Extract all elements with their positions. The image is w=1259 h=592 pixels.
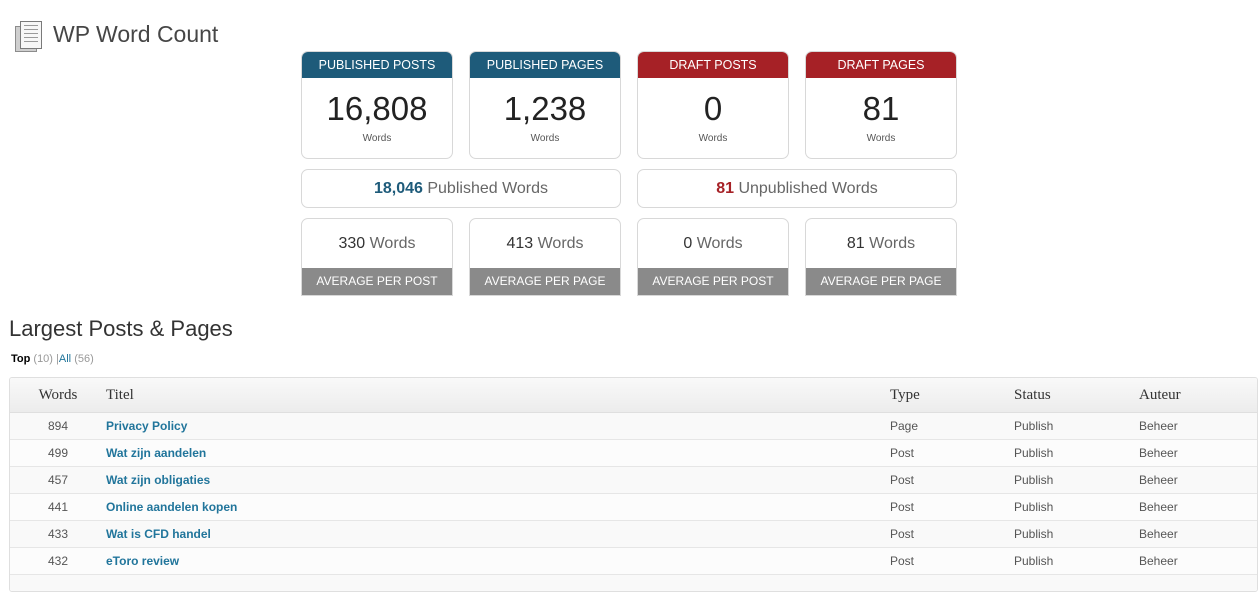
- column-header-status[interactable]: Status: [1014, 378, 1139, 413]
- average-unit: Words: [538, 235, 584, 252]
- cell-words: 457: [10, 467, 106, 494]
- stat-card-unit: Words: [302, 133, 452, 144]
- cell-type: Post: [890, 440, 1014, 467]
- average-unit: Words: [869, 235, 915, 252]
- cell-words: [10, 575, 106, 592]
- cell-words: 894: [10, 413, 106, 440]
- average-value: 81: [847, 235, 865, 252]
- stat-card-label: PUBLISHED POSTS: [302, 52, 452, 78]
- table-row: 894 Privacy Policy Page Publish Beheer: [10, 413, 1257, 440]
- filter-top-link[interactable]: Top: [11, 353, 30, 365]
- cell-author: Beheer: [1139, 467, 1257, 494]
- total-published-value: 18,046: [374, 180, 423, 197]
- stat-card-label: DRAFT POSTS: [638, 52, 788, 78]
- cell-type: Post: [890, 467, 1014, 494]
- cell-status: Publish: [1014, 467, 1139, 494]
- column-header-type[interactable]: Type: [890, 378, 1014, 413]
- cell-words: 441: [10, 494, 106, 521]
- column-header-words[interactable]: Words: [10, 378, 106, 413]
- average-unit: Words: [370, 235, 416, 252]
- total-unpublished-label: Unpublished Words: [738, 180, 877, 197]
- post-title-link[interactable]: Wat zijn obligaties: [106, 473, 210, 487]
- cell-type: Post: [890, 494, 1014, 521]
- filter-all-link[interactable]: All: [59, 353, 71, 365]
- stat-card-draft-posts: DRAFT POSTS 0 Words: [637, 51, 789, 159]
- column-header-auteur[interactable]: Auteur: [1139, 378, 1257, 413]
- page-title: WP Word Count: [53, 21, 218, 48]
- average-value: 330: [338, 235, 365, 252]
- table-row: 432 eToro review Post Publish Beheer: [10, 548, 1257, 575]
- total-published-words: 18,046 Published Words: [301, 169, 621, 208]
- post-title-link[interactable]: Privacy Policy: [106, 419, 187, 433]
- cell-author: Beheer: [1139, 521, 1257, 548]
- cell-author: Beheer: [1139, 494, 1257, 521]
- cell-words: 499: [10, 440, 106, 467]
- table-row: 499 Wat zijn aandelen Post Publish Behee…: [10, 440, 1257, 467]
- cell-words: 433: [10, 521, 106, 548]
- total-unpublished-words: 81 Unpublished Words: [637, 169, 957, 208]
- filter-all-count: (56): [74, 353, 94, 365]
- cell-words: 432: [10, 548, 106, 575]
- table-header-row: Words Titel Type Status Auteur: [10, 378, 1257, 413]
- cell-status: Publish: [1014, 413, 1139, 440]
- stat-card-value: 81: [806, 89, 956, 129]
- average-card-published-pages: 413 Words AVERAGE PER PAGE: [469, 218, 621, 296]
- stat-card-published-pages: PUBLISHED PAGES 1,238 Words: [469, 51, 621, 159]
- stat-card-unit: Words: [638, 133, 788, 144]
- cell-type: Post: [890, 521, 1014, 548]
- stat-card-value: 1,238: [470, 89, 620, 129]
- stat-card-unit: Words: [470, 133, 620, 144]
- page-header: WP Word Count: [12, 6, 218, 64]
- cell-status: Publish: [1014, 440, 1139, 467]
- view-filters: Top (10) |All (56): [11, 353, 94, 365]
- average-unit: Words: [697, 235, 743, 252]
- section-title: Largest Posts & Pages: [9, 316, 233, 342]
- cell-status: Publish: [1014, 521, 1139, 548]
- average-card-published-posts: 330 Words AVERAGE PER POST: [301, 218, 453, 296]
- stat-card-value: 0: [638, 89, 788, 129]
- stat-card-draft-pages: DRAFT PAGES 81 Words: [805, 51, 957, 159]
- table-row: 433 Wat is CFD handel Post Publish Behee…: [10, 521, 1257, 548]
- average-label: AVERAGE PER POST: [302, 268, 452, 295]
- post-title-link[interactable]: Wat zijn aandelen: [106, 446, 206, 460]
- cell-author: Beheer: [1139, 413, 1257, 440]
- stat-card-published-posts: PUBLISHED POSTS 16,808 Words: [301, 51, 453, 159]
- largest-posts-table: Words Titel Type Status Auteur 894 Priva…: [9, 377, 1258, 592]
- average-card-draft-pages: 81 Words AVERAGE PER PAGE: [805, 218, 957, 296]
- cell-type: Page: [890, 413, 1014, 440]
- cell-status: Publish: [1014, 494, 1139, 521]
- filter-top-count: (10): [33, 353, 53, 365]
- average-label: AVERAGE PER PAGE: [470, 268, 620, 295]
- cell-status: [1014, 575, 1139, 592]
- total-unpublished-value: 81: [716, 180, 734, 197]
- average-card-draft-posts: 0 Words AVERAGE PER POST: [637, 218, 789, 296]
- average-label: AVERAGE PER POST: [638, 268, 788, 295]
- table-row: [10, 575, 1257, 592]
- cell-author: Beheer: [1139, 440, 1257, 467]
- cell-type: [890, 575, 1014, 592]
- stat-card-unit: Words: [806, 133, 956, 144]
- cell-status: Publish: [1014, 548, 1139, 575]
- average-value: 0: [683, 235, 692, 252]
- stat-card-value: 16,808: [302, 89, 452, 129]
- post-title-link[interactable]: eToro review: [106, 554, 179, 568]
- document-icon: [12, 20, 42, 50]
- average-label: AVERAGE PER PAGE: [806, 268, 956, 295]
- table-row: 441 Online aandelen kopen Post Publish B…: [10, 494, 1257, 521]
- total-published-label: Published Words: [427, 180, 548, 197]
- post-title-link[interactable]: Online aandelen kopen: [106, 500, 237, 514]
- stat-card-label: DRAFT PAGES: [806, 52, 956, 78]
- cell-author: Beheer: [1139, 548, 1257, 575]
- cell-type: Post: [890, 548, 1014, 575]
- cell-author: [1139, 575, 1257, 592]
- column-header-titel[interactable]: Titel: [106, 378, 890, 413]
- post-title-link[interactable]: Wat is CFD handel: [106, 527, 211, 541]
- average-value: 413: [506, 235, 533, 252]
- stat-card-label: PUBLISHED PAGES: [470, 52, 620, 78]
- table-row: 457 Wat zijn obligaties Post Publish Beh…: [10, 467, 1257, 494]
